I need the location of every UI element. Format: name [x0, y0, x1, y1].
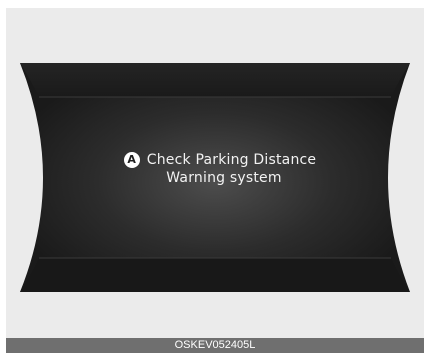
message-line-1: A Check Parking Distance	[11, 151, 429, 169]
display-bottom-band	[20, 258, 410, 292]
message-line-2: Warning system	[166, 170, 282, 186]
warning-message: A Check Parking Distance Warning system	[6, 151, 424, 187]
circled-letter-a-icon: A	[123, 152, 140, 168]
display-top-band	[20, 63, 410, 97]
message-line-1-text: Check Parking Distance	[146, 152, 317, 168]
figure-caption: OSKEV052405L	[6, 338, 424, 353]
figure-frame: A Check Parking Distance Warning system	[6, 8, 424, 338]
